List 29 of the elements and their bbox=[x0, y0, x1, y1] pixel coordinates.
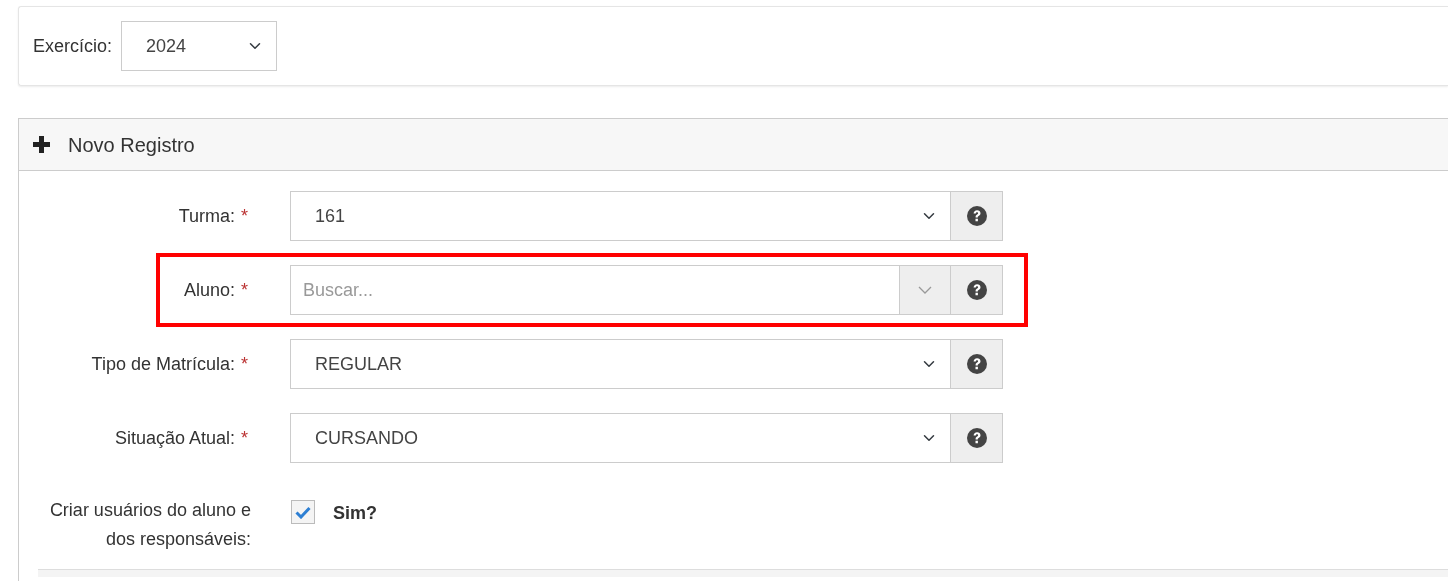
plus-icon bbox=[33, 136, 50, 153]
checkbox[interactable] bbox=[291, 500, 315, 524]
field-label: Turma: bbox=[178, 204, 235, 228]
help-button[interactable] bbox=[951, 265, 1003, 315]
field-label: Criar usuários do aluno e dos responsáveis: bbox=[48, 499, 251, 551]
select-field[interactable]: CURSANDO bbox=[290, 413, 951, 463]
select-field[interactable]: REGULAR bbox=[290, 339, 951, 389]
panel-title: Novo Registro bbox=[68, 132, 195, 158]
check-icon bbox=[295, 505, 311, 519]
field-label: Situação Atual: bbox=[114, 426, 235, 450]
required-mark: * bbox=[241, 426, 248, 450]
help-button[interactable] bbox=[951, 191, 1003, 241]
filter-label: Exercício: bbox=[33, 34, 113, 58]
help-button[interactable] bbox=[951, 413, 1003, 463]
help-icon bbox=[966, 280, 987, 300]
field-label: Aluno: bbox=[183, 278, 235, 302]
field-label: Tipo de Matrícula: bbox=[91, 352, 235, 376]
help-icon bbox=[966, 206, 987, 226]
help-icon bbox=[966, 354, 987, 374]
help-icon bbox=[966, 428, 987, 448]
help-button[interactable] bbox=[951, 339, 1003, 389]
required-mark: * bbox=[241, 278, 248, 302]
search-field[interactable]: Buscar... bbox=[290, 265, 899, 315]
checkbox-label: Sim? bbox=[333, 502, 377, 525]
required-mark: * bbox=[241, 352, 248, 376]
year-select[interactable]: 2024 bbox=[121, 21, 278, 71]
required-mark: * bbox=[241, 204, 248, 228]
select-field[interactable]: 161 bbox=[290, 191, 951, 241]
caret-icon bbox=[918, 286, 932, 294]
